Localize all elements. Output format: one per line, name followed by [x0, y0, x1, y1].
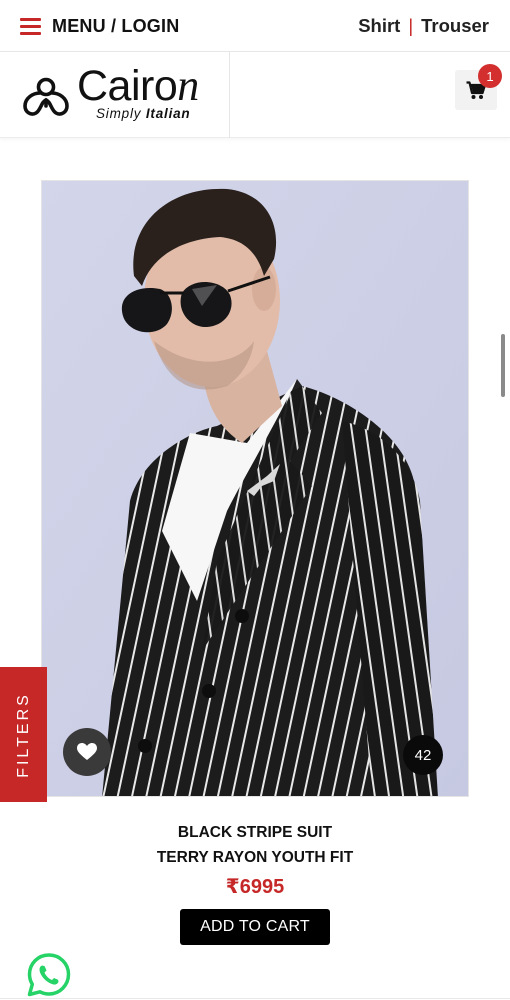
brand-tagline: Simply Italian: [96, 106, 191, 121]
divider: [0, 998, 510, 999]
link-separator: |: [408, 15, 414, 36]
product-price: ₹6995: [0, 874, 510, 899]
size-badge[interactable]: 42: [403, 735, 443, 775]
scrollbar-thumb[interactable]: [501, 334, 505, 397]
brand-logo[interactable]: Cairon Simply Italian: [0, 52, 230, 138]
whatsapp-icon[interactable]: [26, 952, 72, 998]
rupee-symbol: ₹: [225, 876, 240, 898]
product-title[interactable]: BLACK STRIPE SUIT TERRY RAYON YOUTH FIT: [0, 820, 510, 870]
product-name-line-2: TERRY RAYON YOUTH FIT: [156, 849, 354, 866]
filters-label: FILTERS: [14, 691, 32, 778]
wishlist-button[interactable]: [63, 728, 111, 776]
heart-icon: [77, 743, 97, 760]
price-value: 6995: [239, 876, 285, 898]
menu-login-button[interactable]: MENU / LOGIN: [20, 12, 179, 40]
cairon-logo-icon: [23, 77, 69, 116]
shirt-link[interactable]: Shirt: [358, 15, 400, 37]
hamburger-icon: [20, 17, 41, 35]
site-header: Cairon Simply Italian: [0, 52, 510, 138]
filters-tab[interactable]: FILTERS: [0, 667, 47, 802]
product-image[interactable]: [41, 180, 469, 797]
product-photo-illustration: [42, 181, 468, 796]
top-bar: MENU / LOGIN Shirt | Trouser: [0, 0, 510, 52]
brand-name: Cairon: [77, 61, 199, 111]
product-name-line-1: BLACK STRIPE SUIT: [177, 824, 333, 841]
add-to-cart-button[interactable]: ADD TO CART: [180, 909, 330, 945]
trouser-link[interactable]: Trouser: [421, 15, 489, 37]
menu-login-label: MENU / LOGIN: [52, 15, 180, 36]
category-links: Shirt | Trouser: [358, 12, 489, 40]
cart-count-badge: 1: [478, 64, 502, 88]
